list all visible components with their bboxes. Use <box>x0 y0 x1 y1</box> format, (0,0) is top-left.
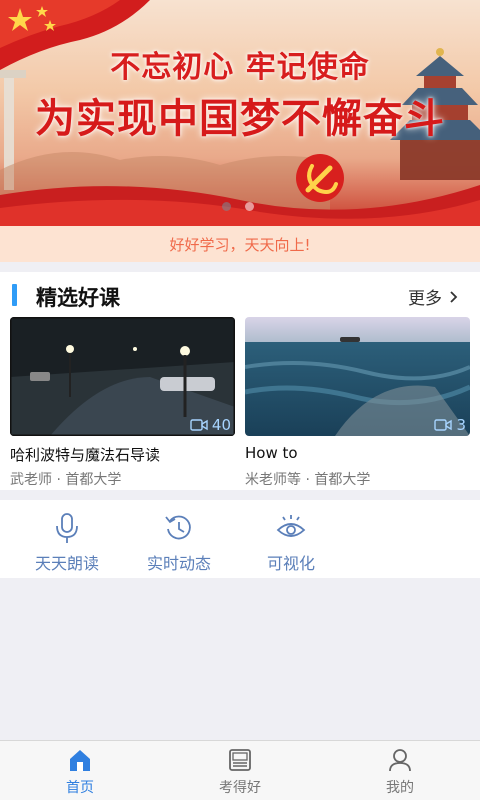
video-count-value: 3 <box>456 416 466 434</box>
video-camera-icon <box>434 419 453 431</box>
carousel-indicator <box>222 202 254 211</box>
video-count-value: 40 <box>211 416 231 434</box>
tab-label: 首页 <box>66 780 94 796</box>
course-title: 哈利波特与魔法石导读 <box>10 446 161 464</box>
more-label: 更多 <box>408 289 442 309</box>
tab-label: 考得好 <box>219 780 261 796</box>
notice-text: 好好学习，天天向上! <box>169 235 311 254</box>
carousel-dot[interactable] <box>222 202 231 211</box>
course-thumbnail: 40 <box>10 317 235 436</box>
chevron-right-icon <box>450 290 458 303</box>
user-icon <box>389 749 411 772</box>
action-label: 实时动态 <box>146 554 211 573</box>
exam-icon <box>229 749 251 771</box>
notice-bar: 好好学习，天天向上! <box>0 226 480 262</box>
banner-slogan-line2: 为实现中国梦不懈奋斗 <box>35 96 445 142</box>
action-visualization[interactable]: 可视化 <box>236 512 346 574</box>
course-meta: 米老师等 · 首都大学 <box>245 472 371 488</box>
course-title: How to <box>245 444 298 462</box>
microphone-icon <box>56 513 78 543</box>
quick-actions: 天天朗读 实时动态 可视化 <box>0 500 480 578</box>
course-card[interactable]: 3 How to 米老师等 · 首都大学 <box>245 317 470 489</box>
video-camera-icon <box>190 419 208 431</box>
video-count: 40 <box>190 416 231 434</box>
section-title: 精选好课 <box>36 286 120 310</box>
course-meta: 武老师 · 首都大学 <box>10 472 122 488</box>
video-count: 3 <box>434 416 466 434</box>
action-label: 天天朗读 <box>34 554 99 573</box>
action-label: 可视化 <box>266 554 315 573</box>
featured-courses-section: 精选好课 更多 40 哈利波特与魔法石导读 武老师 · 首都大学 3 How t… <box>0 272 480 490</box>
tab-home[interactable]: 首页 <box>20 747 140 797</box>
promo-banner[interactable]: 不忘初心 牢记使命 为实现中国梦不懈奋斗 <box>0 0 480 226</box>
tab-profile[interactable]: 我的 <box>340 747 460 797</box>
action-read-aloud[interactable]: 天天朗读 <box>12 512 122 574</box>
carousel-dot[interactable] <box>245 202 254 211</box>
more-button[interactable]: 更多 <box>408 284 460 309</box>
eye-icon <box>276 515 306 537</box>
home-icon <box>70 750 90 771</box>
section-accent-bar <box>12 284 17 306</box>
tab-exam[interactable]: 考得好 <box>180 747 300 797</box>
banner-slogan-line1: 不忘初心 牢记使命 <box>110 50 370 85</box>
course-thumbnail: 3 <box>245 317 470 436</box>
tab-label: 我的 <box>386 780 414 796</box>
bottom-tab-bar: 首页 考得好 我的 <box>0 740 480 800</box>
action-live-updates[interactable]: 实时动态 <box>124 512 234 574</box>
section-header: 精选好课 更多 <box>0 272 480 318</box>
history-icon <box>165 515 191 540</box>
course-card[interactable]: 40 哈利波特与魔法石导读 武老师 · 首都大学 <box>10 317 235 489</box>
